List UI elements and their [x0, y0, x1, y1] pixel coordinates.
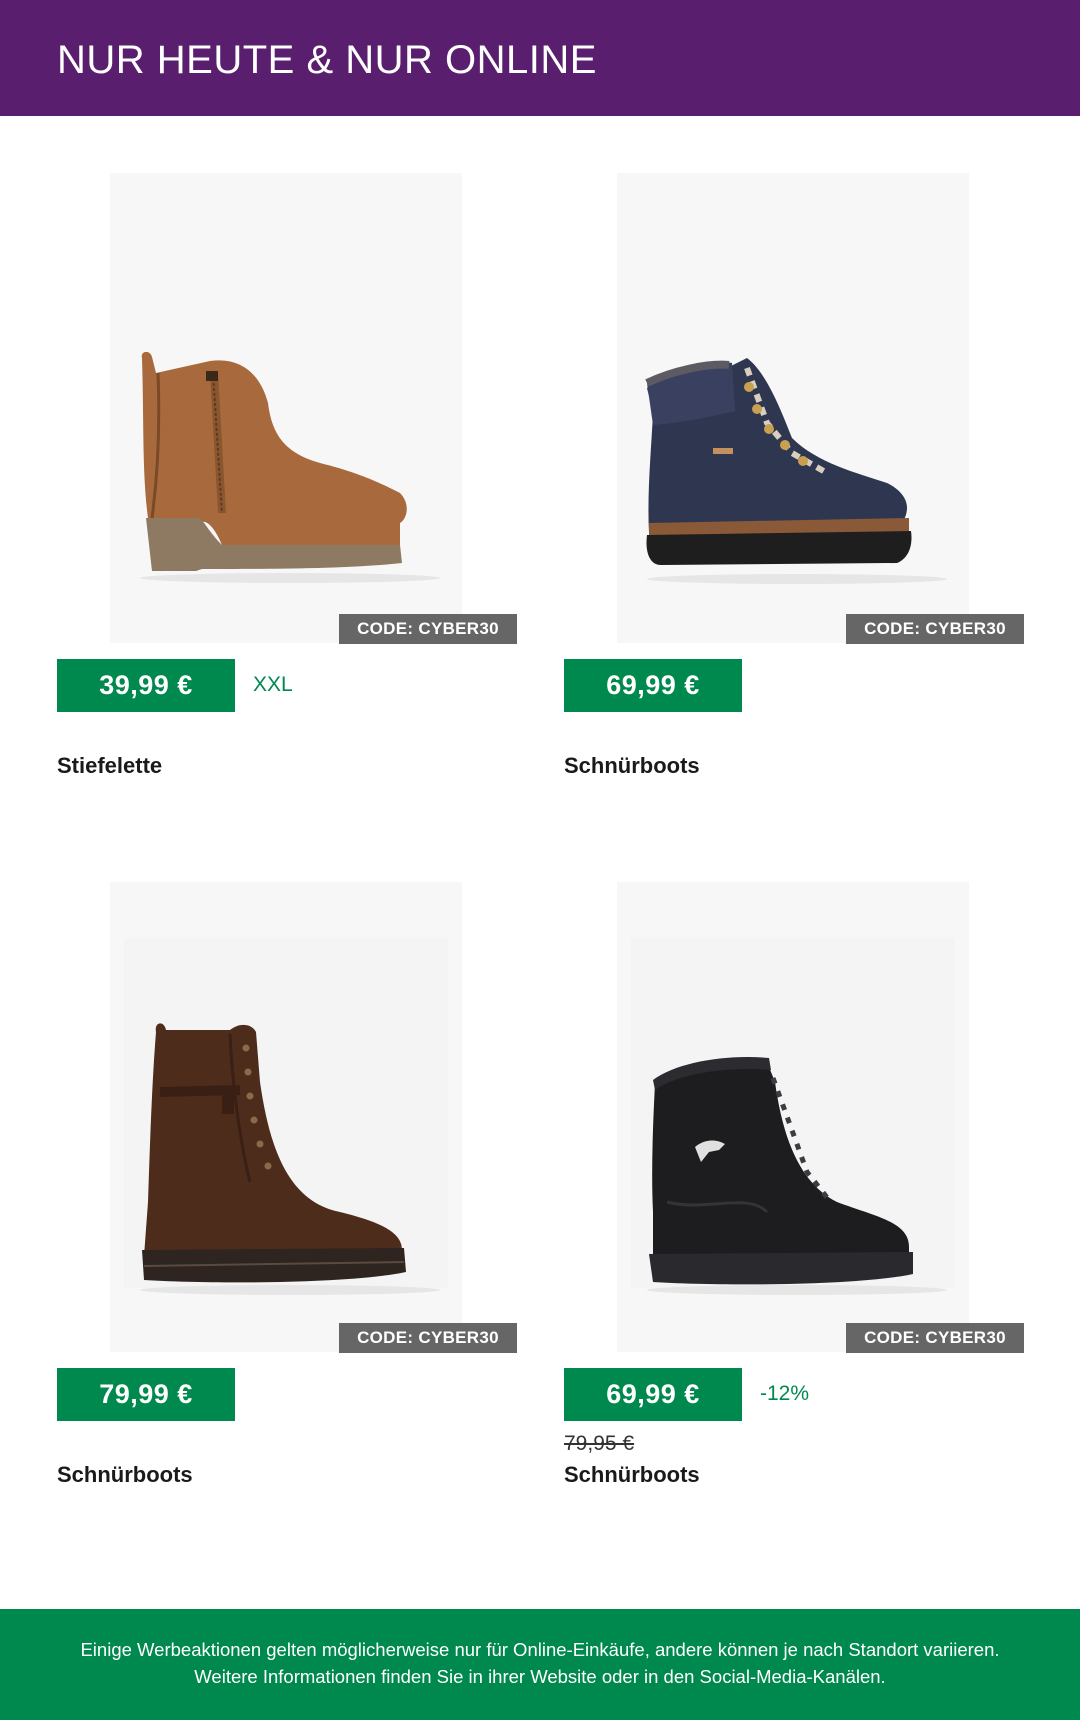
- size-badge: XXL: [253, 673, 293, 696]
- promo-header: NUR HEUTE & NUR ONLINE: [0, 0, 1080, 116]
- black-winter-boot-icon: [647, 1056, 947, 1295]
- brown-ankle-boot-icon: [140, 351, 440, 583]
- discount-badge: -12%: [760, 1382, 810, 1405]
- dark-brown-lace-boot-icon: [140, 1023, 440, 1295]
- promo-code-badge: CODE: CYBER30: [846, 1323, 1024, 1353]
- product-image-black-winter-boot[interactable]: CODE: CYBER30: [617, 882, 1024, 1353]
- old-price: 79,95 €: [564, 1432, 635, 1455]
- product-card-schnuerboots-1[interactable]: CODE: CYBER30 69,99 € Schnürboots: [564, 173, 1024, 813]
- product-name[interactable]: Schnürboots: [57, 1460, 193, 1490]
- disclaimer-footer: Einige Werbeaktionen gelten möglicherwei…: [0, 1609, 1080, 1720]
- product-image-dark-brown-lace-boot[interactable]: CODE: CYBER30: [110, 882, 517, 1353]
- product-name[interactable]: Schnürboots: [564, 1460, 700, 1490]
- product-card-schnuerboots-2[interactable]: CODE: CYBER30 79,99 € Schnürboots: [57, 882, 517, 1522]
- price-tag: 79,99 €: [57, 1368, 235, 1421]
- product-image-brown-ankle-boot[interactable]: CODE: CYBER30: [110, 173, 517, 644]
- price-tag: 69,99 €: [564, 1368, 742, 1421]
- product-name[interactable]: Schnürboots: [564, 751, 700, 781]
- product-image-navy-hiking-boot[interactable]: CODE: CYBER30: [617, 173, 1024, 644]
- page-title: NUR HEUTE & NUR ONLINE: [57, 38, 597, 82]
- product-card-stiefelette[interactable]: CODE: CYBER30 39,99 € XXL Stiefelette: [57, 173, 517, 813]
- price-tag: 69,99 €: [564, 659, 742, 712]
- promo-code-badge: CODE: CYBER30: [339, 614, 517, 644]
- product-card-schnuerboots-3[interactable]: CODE: CYBER30 69,99 € -12% 79,95 € Schnü…: [564, 882, 1024, 1522]
- product-name[interactable]: Stiefelette: [57, 751, 162, 781]
- disclaimer-text: Einige Werbeaktionen gelten möglicherwei…: [80, 1639, 1000, 1687]
- price-tag: 39,99 €: [57, 659, 235, 712]
- promo-code-badge: CODE: CYBER30: [339, 1323, 517, 1353]
- promo-code-badge: CODE: CYBER30: [846, 614, 1024, 644]
- navy-hiking-boot-icon: [645, 358, 947, 584]
